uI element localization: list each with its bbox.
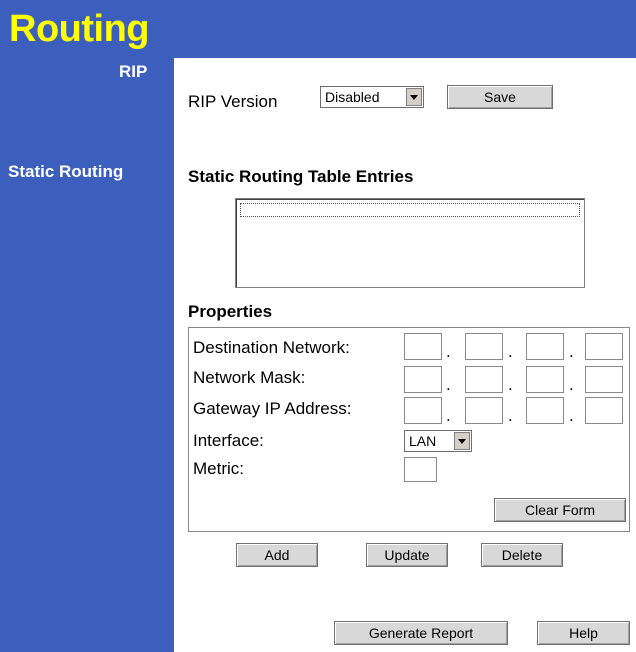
- octet-separator: .: [508, 375, 513, 394]
- properties-box: Destination Network: . . . Network Mask:…: [188, 327, 630, 532]
- octet-separator: .: [569, 406, 574, 425]
- sidebar-label-rip: RIP: [119, 62, 148, 81]
- octet-separator: .: [569, 342, 574, 361]
- destination-octet-4[interactable]: [585, 333, 623, 360]
- chevron-down-icon: [454, 432, 470, 450]
- gateway-octet-1[interactable]: [404, 397, 442, 424]
- save-button[interactable]: Save: [447, 85, 553, 109]
- octet-separator: .: [508, 406, 513, 425]
- add-button[interactable]: Add: [236, 543, 318, 567]
- mask-octet-1[interactable]: [404, 366, 442, 393]
- destination-octet-2[interactable]: [465, 333, 503, 360]
- static-routing-table-list[interactable]: [235, 198, 585, 288]
- network-mask-label: Network Mask:: [193, 368, 306, 387]
- destination-octet-1[interactable]: [404, 333, 442, 360]
- sidebar: RIP Static Routing: [0, 58, 174, 652]
- interface-label: Interface:: [193, 431, 264, 450]
- metric-input[interactable]: [404, 457, 437, 482]
- octet-separator: .: [446, 375, 451, 394]
- octet-separator: .: [446, 406, 451, 425]
- rip-version-select[interactable]: Disabled: [320, 86, 424, 108]
- metric-label: Metric:: [193, 459, 244, 478]
- page-header: Routing: [0, 0, 636, 58]
- destination-network-label: Destination Network:: [193, 338, 350, 357]
- rip-version-label: RIP Version: [188, 92, 278, 111]
- octet-separator: .: [569, 375, 574, 394]
- generate-report-button[interactable]: Generate Report: [334, 621, 508, 645]
- page-title: Routing: [9, 8, 150, 50]
- main-content: RIP Version Disabled Save Static Routing…: [174, 58, 636, 652]
- delete-button[interactable]: Delete: [481, 543, 563, 567]
- octet-separator: .: [446, 342, 451, 361]
- interface-value: LAN: [409, 433, 437, 449]
- interface-select[interactable]: LAN: [404, 430, 472, 452]
- gateway-octet-4[interactable]: [585, 397, 623, 424]
- clear-form-button[interactable]: Clear Form: [494, 498, 626, 522]
- update-button[interactable]: Update: [366, 543, 448, 567]
- mask-octet-2[interactable]: [465, 366, 503, 393]
- gateway-octet-3[interactable]: [526, 397, 564, 424]
- list-item-focus: [240, 203, 580, 217]
- static-routing-table-heading: Static Routing Table Entries: [188, 167, 414, 186]
- gateway-ip-label: Gateway IP Address:: [193, 399, 352, 418]
- rip-version-value: Disabled: [325, 89, 380, 105]
- gateway-octet-2[interactable]: [465, 397, 503, 424]
- properties-heading: Properties: [188, 302, 273, 321]
- destination-octet-3[interactable]: [526, 333, 564, 360]
- help-button[interactable]: Help: [537, 621, 630, 645]
- chevron-down-icon: [406, 88, 422, 106]
- sidebar-label-static-routing: Static Routing: [8, 162, 124, 181]
- mask-octet-4[interactable]: [585, 366, 623, 393]
- mask-octet-3[interactable]: [526, 366, 564, 393]
- octet-separator: .: [508, 342, 513, 361]
